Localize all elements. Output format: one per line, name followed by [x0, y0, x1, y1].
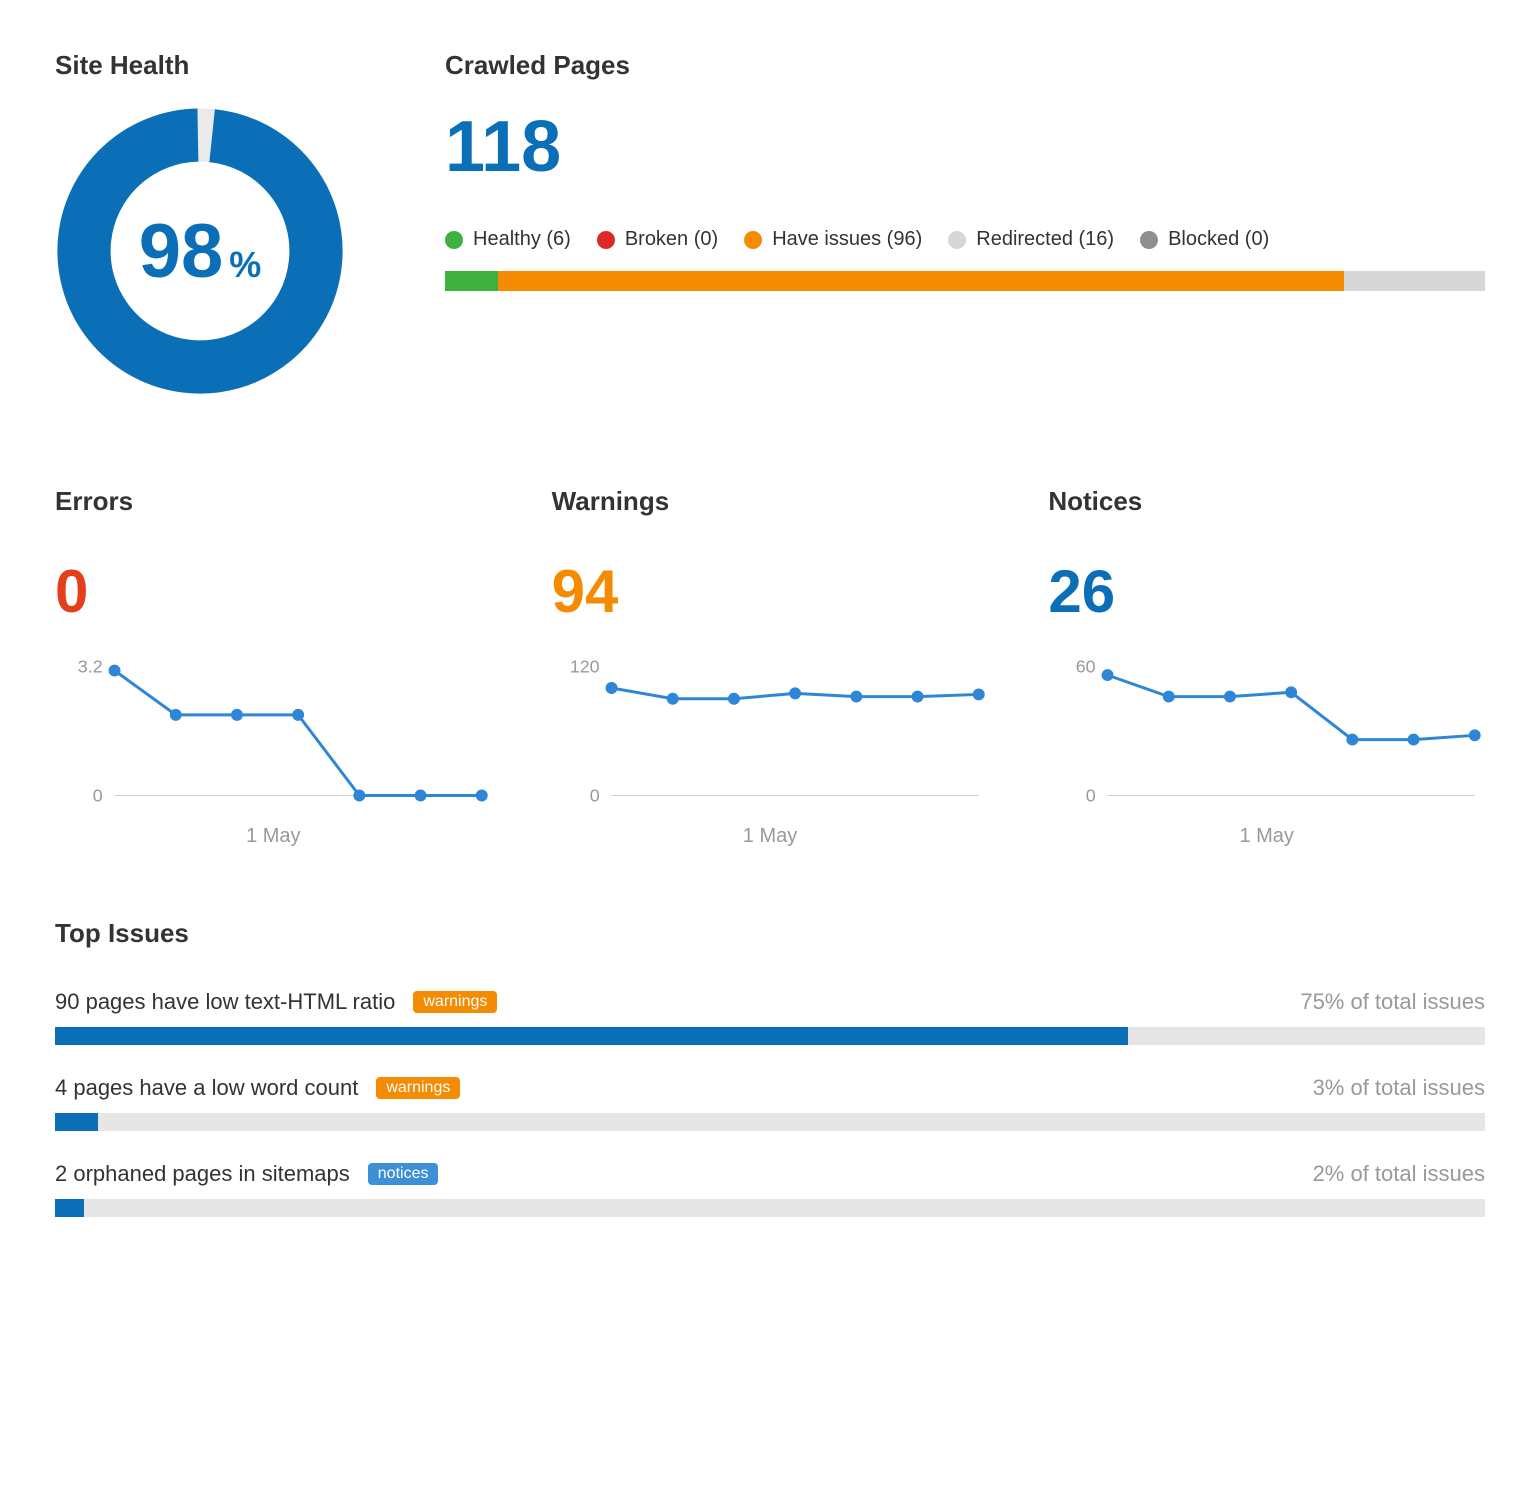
crawled-stacked-bar [445, 271, 1485, 291]
series-line [1108, 675, 1475, 740]
warnings-value: 94 [552, 557, 989, 626]
notices-sparkline: 0 60 [1048, 646, 1485, 816]
stacked-segment [1344, 271, 1485, 291]
stacked-segment [445, 271, 498, 291]
issue-head: 2 orphaned pages in sitemaps notices 2% of… [55, 1161, 1485, 1187]
y-tick-label: 0 [589, 785, 599, 805]
y-tick-label: 60 [1076, 656, 1096, 676]
site-health-score: 98 [139, 208, 224, 295]
data-point [1469, 729, 1481, 741]
site-health-donut: 98 % [55, 106, 345, 396]
issue-percent: 3% of total issues [1313, 1075, 1485, 1101]
issue-row[interactable]: 90 pages have low text-HTML ratio warning… [55, 989, 1485, 1045]
data-point [1163, 691, 1175, 703]
data-point [231, 709, 243, 721]
top-issues-list: 90 pages have low text-HTML ratio warning… [55, 989, 1485, 1217]
crawled-total: 118 [445, 106, 1485, 188]
legend-label: Blocked (0) [1168, 228, 1269, 251]
legend-label: Redirected (16) [976, 228, 1114, 251]
data-point [1286, 686, 1298, 698]
issue-bar [55, 1113, 1485, 1131]
issue-percent: 2% of total issues [1313, 1161, 1485, 1187]
data-point [850, 691, 862, 703]
errors-value: 0 [55, 557, 492, 626]
y-tick-label: 3.2 [78, 656, 103, 676]
issue-bar-fill [55, 1199, 84, 1217]
warnings-panel: Warnings 94 0 120 1 May [552, 486, 989, 848]
data-point [972, 688, 984, 700]
data-point [666, 693, 678, 705]
errors-title: Errors [55, 486, 492, 517]
issue-label: 2 orphaned pages in sitemaps [55, 1161, 350, 1187]
legend-swatch [948, 231, 966, 249]
data-point [1102, 669, 1114, 681]
legend-label: Have issues (96) [772, 228, 922, 251]
legend-item[interactable]: Have issues (96) [744, 228, 922, 251]
notices-panel: Notices 26 0 60 1 May [1048, 486, 1485, 848]
data-point [1408, 734, 1420, 746]
top-issues-panel: Top Issues 90 pages have low text-HTML r… [55, 918, 1485, 1217]
issue-tag: notices [368, 1163, 439, 1185]
data-point [476, 790, 488, 802]
legend-swatch [445, 231, 463, 249]
legend-item[interactable]: Blocked (0) [1140, 228, 1269, 251]
data-point [1347, 734, 1359, 746]
site-health-title: Site Health [55, 50, 395, 81]
errors-x-label: 1 May [55, 825, 492, 848]
errors-sparkline: 03.2 [55, 646, 492, 816]
data-point [1224, 691, 1236, 703]
legend-label: Broken (0) [625, 228, 718, 251]
issue-label: 90 pages have low text-HTML ratio [55, 989, 395, 1015]
legend-swatch [744, 231, 762, 249]
issue-head: 4 pages have a low word count warnings 3% … [55, 1075, 1485, 1101]
legend-item[interactable]: Broken (0) [597, 228, 718, 251]
warnings-sparkline: 0 120 [552, 646, 989, 816]
notices-title: Notices [1048, 486, 1485, 517]
y-tick-label: 120 [569, 656, 599, 676]
legend-item[interactable]: Redirected (16) [948, 228, 1114, 251]
issue-bar [55, 1027, 1485, 1045]
data-point [605, 682, 617, 694]
issue-head: 90 pages have low text-HTML ratio warning… [55, 989, 1485, 1015]
issue-row[interactable]: 2 orphaned pages in sitemaps notices 2% of… [55, 1161, 1485, 1217]
errors-panel: Errors 0 03.2 1 May [55, 486, 492, 848]
warnings-x-label: 1 May [552, 825, 989, 848]
notices-value: 26 [1048, 557, 1485, 626]
warnings-title: Warnings [552, 486, 989, 517]
issue-bar-fill [55, 1027, 1128, 1045]
issue-bar-fill [55, 1113, 98, 1131]
data-point [109, 665, 121, 677]
data-point [415, 790, 427, 802]
site-health-unit: % [229, 244, 261, 286]
crawled-pages-panel: Crawled Pages 118 Healthy (6)Broken (0)H… [445, 50, 1485, 396]
issue-tag: warnings [413, 991, 497, 1013]
issue-tag: warnings [376, 1077, 460, 1099]
legend-swatch [1140, 231, 1158, 249]
crawled-legend: Healthy (6) Broken (0) Have issues (96) Red… [445, 228, 1485, 251]
stacked-segment [498, 271, 1344, 291]
site-health-panel: Site Health 98 % [55, 50, 395, 396]
notices-x-label: 1 May [1048, 825, 1485, 848]
data-point [911, 691, 923, 703]
y-tick-label: 0 [93, 785, 103, 805]
y-tick-label: 0 [1086, 785, 1096, 805]
legend-item[interactable]: Healthy (6) [445, 228, 571, 251]
issue-label: 4 pages have a low word count [55, 1075, 358, 1101]
data-point [789, 687, 801, 699]
data-point [292, 709, 304, 721]
legend-label: Healthy (6) [473, 228, 571, 251]
series-line [115, 671, 482, 796]
issue-bar [55, 1199, 1485, 1217]
issue-row[interactable]: 4 pages have a low word count warnings 3% … [55, 1075, 1485, 1131]
data-point [353, 790, 365, 802]
issue-percent: 75% of total issues [1300, 989, 1485, 1015]
legend-swatch [597, 231, 615, 249]
data-point [728, 693, 740, 705]
top-issues-title: Top Issues [55, 918, 1485, 949]
crawled-title: Crawled Pages [445, 50, 1485, 81]
donut-center-label: 98 % [55, 106, 345, 396]
data-point [170, 709, 182, 721]
